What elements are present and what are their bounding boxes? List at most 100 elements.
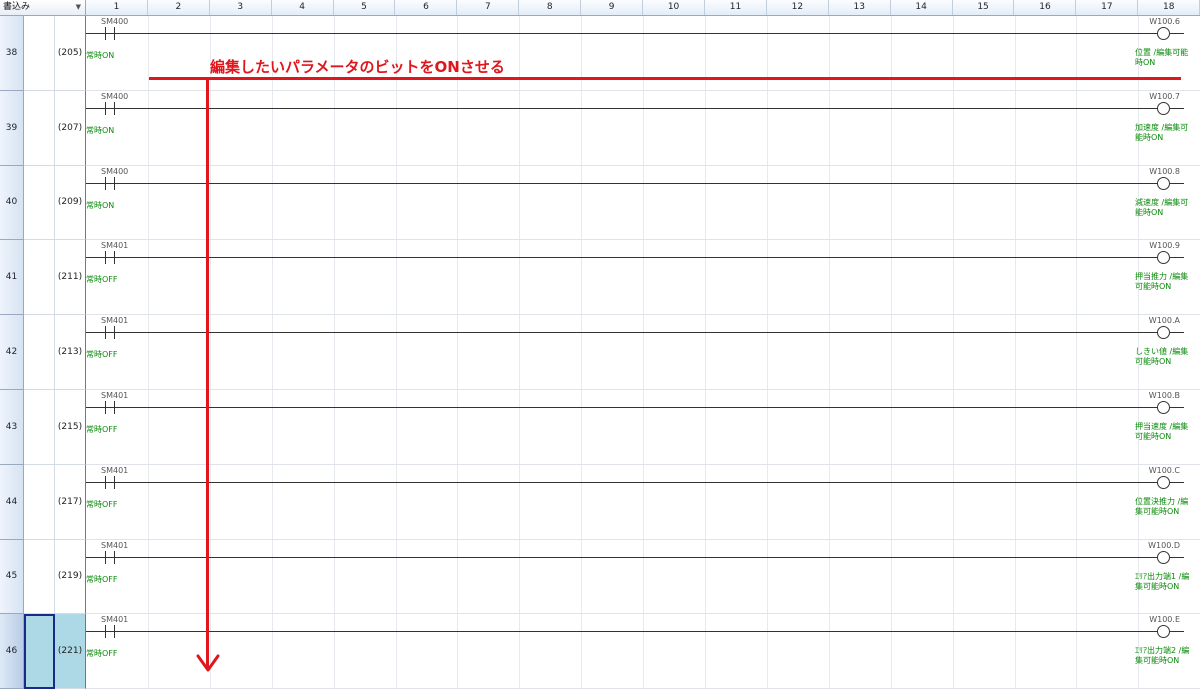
annotation-arrow: [206, 78, 209, 668]
grid-column-line: [519, 315, 521, 390]
row-marker-cell[interactable]: [24, 90, 55, 166]
coil-icon[interactable]: [1157, 176, 1170, 190]
row-number[interactable]: 39: [0, 90, 24, 166]
normally-open-contact-icon[interactable]: [98, 475, 122, 489]
column-header-7: 7: [457, 0, 520, 15]
grid-column-line: [952, 539, 954, 615]
grid-column-line: [643, 90, 645, 166]
grid-column-line: [890, 90, 892, 166]
chevron-down-icon[interactable]: ▼: [76, 0, 81, 15]
ladder-rung[interactable]: 43 (215) SM401 W100.B 常時OFF 押当速度 /編集可能時ON: [0, 390, 1200, 465]
rung-line: [86, 33, 1161, 34]
grid-column-line: [952, 614, 954, 690]
row-marker-cell[interactable]: [24, 464, 55, 540]
step-number: (221): [55, 614, 86, 690]
grid-column-line: [519, 240, 521, 316]
grid-column-line: [890, 165, 892, 241]
grid-column-line: [1014, 390, 1016, 465]
column-header-13: 13: [829, 0, 891, 15]
normally-open-contact-icon[interactable]: [98, 176, 122, 190]
row-number[interactable]: 46: [0, 614, 24, 690]
row-marker-cell[interactable]: [24, 315, 55, 390]
row-marker-cell[interactable]: [24, 390, 55, 465]
normally-open-contact-icon[interactable]: [98, 401, 122, 414]
grid-column-line: [890, 464, 892, 540]
contact-device: SM401: [101, 465, 129, 475]
ladder-rung[interactable]: 42 (213) SM401 W100.A 常時OFF しきい値 /編集可能時ON: [0, 315, 1200, 390]
ladder-grid[interactable]: 38 (205) SM400 W100.6 常時ON 位置 /編集可能時ON 39 (207)…: [0, 16, 1200, 690]
rung-line-end: [1170, 257, 1184, 259]
row-number[interactable]: 38: [0, 16, 24, 91]
grid-column-line: [581, 539, 583, 615]
grid-column-line: [519, 539, 521, 615]
row-marker-cell[interactable]: [24, 16, 55, 91]
coil-icon[interactable]: [1157, 550, 1170, 564]
step-number: (219): [55, 539, 86, 615]
column-header-14: 14: [891, 0, 953, 15]
ladder-rung[interactable]: 46 (221) SM401 W100.E 常時OFF ｴﾘｱ出力端2 /編集可能時ON: [0, 614, 1200, 690]
column-header-3: 3: [210, 0, 272, 15]
normally-open-contact-icon[interactable]: [98, 27, 122, 40]
rung-line-end: [1170, 332, 1184, 334]
row-marker-cell[interactable]: [24, 240, 55, 316]
row-number[interactable]: 45: [0, 539, 24, 615]
coil-comment: 押当推力 /編集可能時ON: [1135, 272, 1189, 292]
coil-icon[interactable]: [1157, 27, 1170, 40]
normally-open-contact-icon[interactable]: [98, 101, 122, 115]
contact-bar: [105, 27, 106, 40]
row-number[interactable]: 42: [0, 315, 24, 390]
ladder-rung[interactable]: 40 (209) SM400 W100.8 常時ON 減速度 /編集可能時ON: [0, 165, 1200, 241]
step-number: (209): [55, 165, 86, 241]
contact-bar: [105, 101, 106, 115]
contact-bar: [105, 251, 106, 265]
coil-icon[interactable]: [1157, 401, 1170, 414]
normally-open-contact-icon[interactable]: [98, 550, 122, 564]
grid-column-line: [271, 90, 273, 166]
row-number[interactable]: 43: [0, 390, 24, 465]
grid-column-line: [828, 390, 830, 465]
coil-comment: 減速度 /編集可能時ON: [1135, 197, 1189, 217]
grid-column-line: [395, 315, 397, 390]
row-number[interactable]: 40: [0, 165, 24, 241]
grid-column-line: [1014, 464, 1016, 540]
rung-line: [86, 107, 1161, 109]
row-marker-cell[interactable]: [24, 165, 55, 241]
ladder-rung[interactable]: 45 (219) SM401 W100.D 常時OFF ｴﾘｱ出力端1 /編集可能時ON: [0, 539, 1200, 615]
mode-select[interactable]: 書込み ▼: [0, 0, 86, 15]
grid-column-line: [643, 614, 645, 690]
normally-open-contact-icon[interactable]: [98, 625, 122, 639]
coil-icon[interactable]: [1157, 101, 1170, 115]
ladder-rung[interactable]: 44 (217) SM401 W100.C 常時OFF 位置決推力 /編集可能時ON: [0, 464, 1200, 540]
coil-icon[interactable]: [1157, 625, 1170, 639]
coil-comment: 位置決推力 /編集可能時ON: [1135, 496, 1189, 516]
coil-device: W100.A: [1148, 316, 1180, 326]
contact-device: SM400: [101, 166, 129, 176]
grid-column-line: [457, 390, 459, 465]
row-marker-cell[interactable]: [24, 614, 55, 690]
normally-open-contact-icon[interactable]: [98, 251, 122, 265]
grid-column-line: [705, 315, 706, 390]
grid-column-line: [519, 464, 521, 540]
row-number[interactable]: 41: [0, 240, 24, 316]
coil-icon[interactable]: [1157, 326, 1170, 340]
rung-line-end: [1170, 631, 1184, 633]
row-marker-cell[interactable]: [24, 539, 55, 615]
coil-icon[interactable]: [1157, 475, 1170, 489]
grid-column-line: [333, 315, 335, 390]
coil-device: W100.9: [1149, 241, 1180, 251]
grid-column-line: [209, 240, 211, 316]
grid-column-line: [1014, 614, 1016, 690]
ladder-rung[interactable]: 41 (211) SM401 W100.9 常時OFF 押当推力 /編集可能時ON: [0, 240, 1200, 316]
ladder-rung[interactable]: 39 (207) SM400 W100.7 常時ON 加速度 /編集可能時ON: [0, 90, 1200, 166]
grid-column-line: [457, 90, 459, 166]
coil-icon[interactable]: [1157, 251, 1170, 265]
grid-column-line: [519, 614, 521, 690]
contact-comment: 常時OFF: [86, 275, 118, 285]
grid-column-line: [271, 390, 273, 465]
row-number[interactable]: 44: [0, 464, 24, 540]
grid-column-line: [209, 165, 211, 241]
contact-bar: [105, 550, 106, 564]
grid-column-line: [828, 165, 830, 241]
step-number: (207): [55, 90, 86, 166]
normally-open-contact-icon[interactable]: [98, 326, 122, 340]
